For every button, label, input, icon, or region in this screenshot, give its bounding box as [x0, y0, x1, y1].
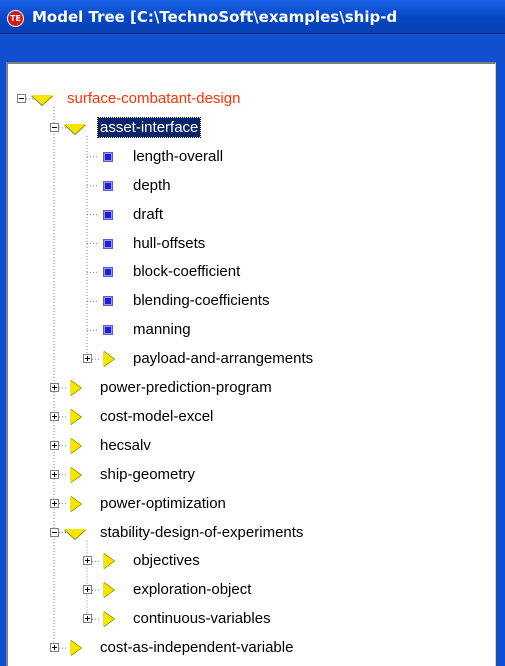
- tree-node-label[interactable]: ship-geometry: [98, 465, 197, 484]
- model-tree-panel[interactable]: surface-combatant-design asset-interface l…: [6, 62, 496, 666]
- closed-triangle-icon: [70, 437, 81, 454]
- tree-node-power-prediction-program[interactable]: power-prediction-program: [8, 376, 494, 400]
- expand-plus-icon[interactable]: [50, 643, 59, 653]
- closed-triangle-icon: [103, 611, 114, 628]
- leaf-square-icon: [103, 296, 113, 307]
- tree-node-payload-and-arrangements[interactable]: payload-and-arrangements: [8, 347, 494, 371]
- tree-node-depth[interactable]: depth: [8, 174, 494, 198]
- tree-node-asset-interface[interactable]: asset-interface: [8, 116, 494, 140]
- closed-triangle-icon: [103, 582, 114, 599]
- tree-node-label[interactable]: hecsalv: [98, 436, 153, 455]
- expand-plus-icon[interactable]: [50, 411, 59, 421]
- tree-node-hull-offsets[interactable]: hull-offsets: [8, 232, 494, 256]
- tree-node-stability-design-of-experiments[interactable]: stability-design-of-experiments: [8, 521, 494, 545]
- tree-node-surface-combatant-design[interactable]: surface-combatant-design: [8, 87, 494, 111]
- closed-triangle-icon: [70, 640, 81, 657]
- tree-node-label[interactable]: blending-coefficients: [131, 291, 271, 310]
- tree-node-label[interactable]: surface-combatant-design: [65, 89, 242, 108]
- leaf-square-icon: [103, 151, 113, 162]
- leaf-square-icon: [103, 325, 113, 336]
- tree-node-label[interactable]: depth: [131, 176, 173, 195]
- closed-triangle-icon: [70, 408, 81, 425]
- tree-node-power-optimization[interactable]: power-optimization: [8, 492, 494, 516]
- tree-node-label[interactable]: hull-offsets: [131, 234, 207, 253]
- closed-triangle-icon: [103, 351, 114, 368]
- expand-plus-icon[interactable]: [83, 354, 92, 364]
- tree-node-blending-coefficients[interactable]: blending-coefficients: [8, 289, 494, 313]
- closed-triangle-icon: [70, 380, 81, 396]
- tree-node-label[interactable]: length-overall: [131, 147, 225, 166]
- tree-node-ship-geometry[interactable]: ship-geometry: [8, 463, 494, 487]
- expand-plus-icon[interactable]: [83, 556, 92, 566]
- expand-plus-icon[interactable]: [50, 469, 59, 479]
- tree-node-label[interactable]: cost-model-excel: [98, 407, 215, 426]
- tree-node-label[interactable]: cost-as-independent-variable: [98, 638, 295, 657]
- tree-node-cost-as-independent-variable[interactable]: cost-as-independent-variable: [8, 636, 494, 660]
- expand-plus-icon[interactable]: [50, 498, 59, 508]
- closed-triangle-icon: [103, 553, 114, 570]
- leaf-square-icon: [103, 267, 113, 278]
- expand-plus-icon[interactable]: [83, 585, 92, 595]
- tree-node-label[interactable]: draft: [131, 205, 165, 224]
- leaf-square-icon: [103, 209, 113, 220]
- tree-node-hecsalv[interactable]: hecsalv: [8, 434, 494, 458]
- expand-plus-icon[interactable]: [50, 383, 59, 392]
- tree-node-cost-model-excel[interactable]: cost-model-excel: [8, 405, 494, 429]
- tree-node-label[interactable]: block-coefficient: [131, 262, 242, 281]
- collapse-minus-icon[interactable]: [50, 527, 59, 537]
- leaf-square-icon: [103, 238, 113, 249]
- collapse-minus-icon[interactable]: [50, 122, 59, 132]
- tree-node-label[interactable]: continuous-variables: [131, 609, 273, 628]
- expand-plus-icon[interactable]: [50, 440, 59, 450]
- tree-node-label[interactable]: exploration-object: [131, 580, 253, 599]
- collapse-minus-icon[interactable]: [17, 94, 26, 103]
- tree-node-objectives[interactable]: objectives: [8, 549, 494, 573]
- app-logo-icon: TE: [7, 10, 24, 27]
- closed-triangle-icon: [70, 495, 81, 512]
- tree-node-label[interactable]: asset-interface: [96, 116, 202, 138]
- tree-node-manning[interactable]: manning: [8, 318, 494, 342]
- closed-triangle-icon: [70, 466, 81, 483]
- model-tree-window: TE Model Tree [C:\TechnoSoft\examples\sh…: [0, 0, 505, 666]
- tree-node-exploration-object[interactable]: exploration-object: [8, 578, 494, 602]
- tree-node-label[interactable]: payload-and-arrangements: [131, 349, 315, 368]
- window-frame: surface-combatant-design asset-interface l…: [0, 34, 505, 666]
- tree-node-draft[interactable]: draft: [8, 203, 494, 227]
- leaf-square-icon: [103, 180, 113, 191]
- expand-plus-icon[interactable]: [83, 614, 92, 624]
- open-triangle-icon: [31, 95, 53, 105]
- tree-node-label[interactable]: manning: [131, 320, 193, 339]
- title-bar[interactable]: TE Model Tree [C:\TechnoSoft\examples\sh…: [0, 0, 505, 34]
- window-title: Model Tree [C:\TechnoSoft\examples\ship-…: [32, 8, 398, 26]
- tree-node-label[interactable]: power-optimization: [98, 494, 228, 513]
- open-triangle-icon: [64, 123, 86, 134]
- open-triangle-icon: [64, 528, 86, 539]
- tree-node-label[interactable]: stability-design-of-experiments: [98, 523, 305, 542]
- tree-node-block-coefficient[interactable]: block-coefficient: [8, 260, 494, 284]
- tree-node-continuous-variables[interactable]: continuous-variables: [8, 607, 494, 631]
- tree-node-label[interactable]: power-prediction-program: [98, 378, 274, 397]
- tree-node-length-overall[interactable]: length-overall: [8, 145, 494, 169]
- tree-node-label[interactable]: objectives: [131, 551, 202, 570]
